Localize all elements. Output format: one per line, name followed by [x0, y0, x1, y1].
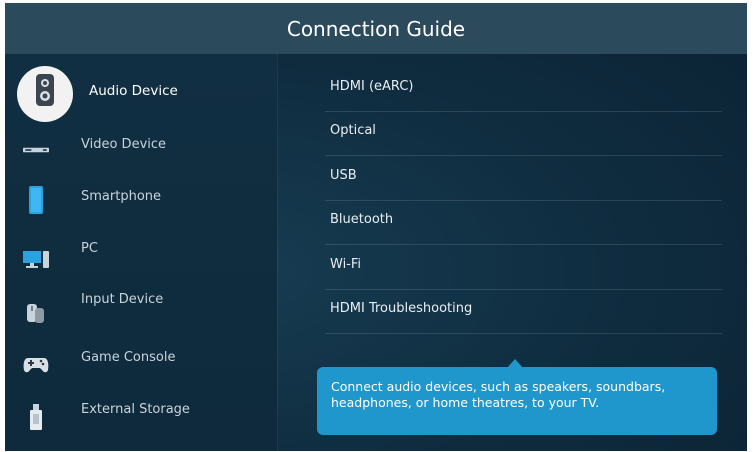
option-label: Optical: [330, 123, 376, 138]
option-label: Bluetooth: [330, 212, 394, 227]
sidebar-item-video-device[interactable]: Video Device: [5, 133, 277, 173]
sidebar-item-smartphone[interactable]: Smartphone: [5, 185, 277, 225]
option-wifi[interactable]: Wi-Fi: [325, 245, 722, 290]
tooltip-text: Connect audio devices, such as speakers,…: [331, 379, 666, 410]
pc-icon: [23, 245, 49, 271]
option-label: HDMI (eARC): [330, 79, 414, 94]
page-title: Connection Guide: [286, 16, 466, 41]
usb-storage-icon: [23, 404, 49, 430]
sidebar-item-label: External Storage: [81, 402, 190, 417]
sidebar-item-label: Smartphone: [81, 189, 162, 204]
option-label: HDMI Troubleshooting: [330, 301, 473, 316]
sidebar-item-pc[interactable]: PC: [5, 239, 277, 279]
help-tooltip: Connect audio devices, such as speakers,…: [317, 367, 717, 435]
option-label: USB: [330, 168, 357, 183]
sidebar-item-external-storage[interactable]: External Storage: [5, 396, 277, 436]
sidebar-item-label: PC: [81, 241, 98, 256]
option-hdmi-earc[interactable]: HDMI (eARC): [325, 67, 722, 112]
video-device-icon: [23, 137, 49, 163]
sidebar-item-label: Input Device: [81, 292, 164, 307]
option-optical[interactable]: Optical: [325, 111, 722, 156]
option-bluetooth[interactable]: Bluetooth: [325, 200, 722, 245]
option-hdmi-troubleshooting[interactable]: HDMI Troubleshooting: [325, 289, 722, 334]
sidebar-item-label: Audio Device: [89, 83, 178, 99]
divider: [277, 54, 278, 451]
input-device-icon: [23, 300, 49, 326]
sidebar-item-label: Video Device: [81, 137, 167, 152]
speaker-icon: [32, 74, 58, 106]
title-bar: Connection Guide: [5, 3, 747, 54]
option-usb[interactable]: USB: [325, 156, 722, 201]
gamepad-icon: [23, 352, 49, 378]
sidebar-item-game-console[interactable]: Game Console: [5, 346, 277, 386]
tv-screen: Connection Guide Audio Device Video Devi…: [5, 3, 747, 451]
sidebar-item-audio-device[interactable]: Audio Device: [5, 66, 277, 122]
sidebar-item-label: Game Console: [81, 350, 176, 365]
option-label: Wi-Fi: [330, 257, 362, 272]
sidebar-item-input-device[interactable]: Input Device: [5, 290, 277, 330]
smartphone-icon: [23, 186, 49, 214]
